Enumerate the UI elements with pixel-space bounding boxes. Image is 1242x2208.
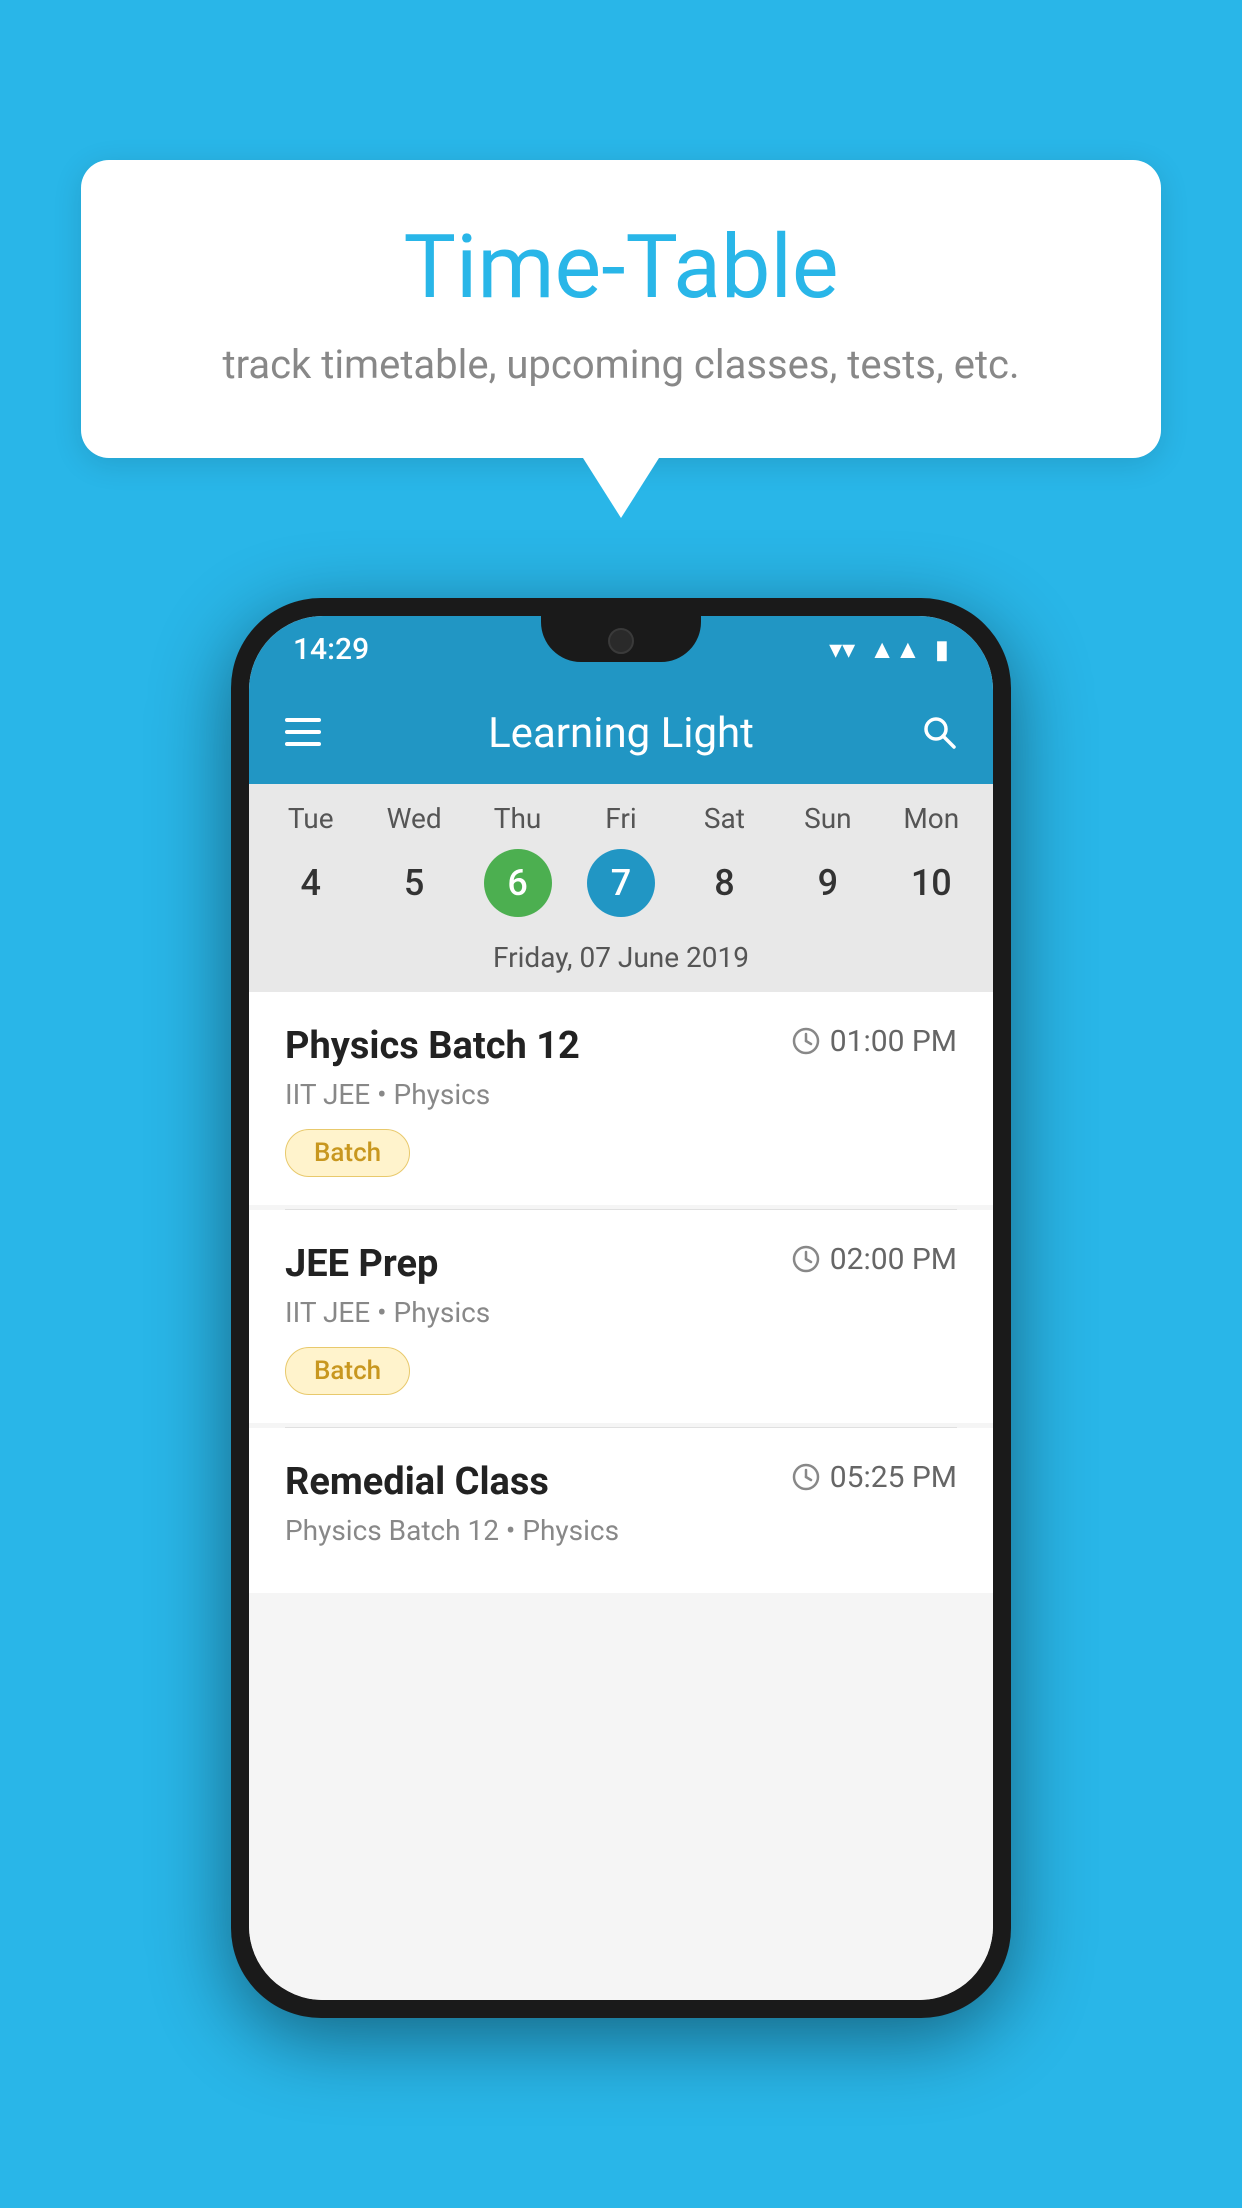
schedule-name-1: Physics Batch 12 (285, 1024, 580, 1068)
schedule-time-3: 05:25 PM (792, 1460, 957, 1495)
schedule-card-3[interactable]: Remedial Class 05:25 PM Physics Batch 12… (249, 1428, 993, 1593)
schedule-time-2: 02:00 PM (792, 1242, 957, 1277)
battery-icon: ▮ (935, 635, 949, 665)
day-num-10[interactable]: 10 (880, 847, 983, 919)
schedule-sub-1: IIT JEE • Physics (285, 1078, 957, 1111)
day-num-7-selected[interactable]: 7 (587, 849, 655, 917)
day-label-mon: Mon (880, 802, 983, 835)
schedule-card-2[interactable]: JEE Prep 02:00 PM IIT JEE • Physics Batc… (249, 1210, 993, 1423)
hamburger-icon[interactable] (285, 718, 321, 750)
status-time: 14:29 (293, 632, 369, 667)
schedule-sub-3: Physics Batch 12 • Physics (285, 1514, 957, 1547)
day-num-6-today[interactable]: 6 (484, 849, 552, 917)
day-label-sun: Sun (776, 802, 879, 835)
schedule-name-3: Remedial Class (285, 1460, 549, 1504)
bubble-card: Time-Table track timetable, upcoming cla… (81, 160, 1161, 458)
signal-icon: ▲▲ (869, 634, 920, 665)
schedule-time-1: 01:00 PM (792, 1024, 957, 1059)
schedule-sub-2: IIT JEE • Physics (285, 1296, 957, 1329)
bubble-title: Time-Table (161, 220, 1081, 317)
search-icon[interactable] (921, 714, 957, 754)
day-label-sat: Sat (673, 802, 776, 835)
day-numbers: 4 5 6 7 8 9 10 (249, 841, 993, 933)
day-num-8[interactable]: 8 (673, 847, 776, 919)
badge-2: Batch (285, 1347, 410, 1395)
day-label-thu: Thu (466, 802, 569, 835)
schedule-card-1[interactable]: Physics Batch 12 01:00 PM IIT JEE • Phys… (249, 992, 993, 1205)
day-label-fri: Fri (569, 802, 672, 835)
schedule-card-1-header: Physics Batch 12 01:00 PM (285, 1024, 957, 1068)
bubble-subtitle: track timetable, upcoming classes, tests… (161, 341, 1081, 388)
schedule-card-3-header: Remedial Class 05:25 PM (285, 1460, 957, 1504)
day-num-5[interactable]: 5 (362, 847, 465, 919)
wifi-icon: ▾▾ (829, 635, 855, 665)
app-bar-title: Learning Light (321, 709, 921, 758)
schedule-name-2: JEE Prep (285, 1242, 438, 1286)
schedule-list: Physics Batch 12 01:00 PM IIT JEE • Phys… (249, 992, 993, 2000)
day-labels: Tue Wed Thu Fri Sat Sun Mon (249, 784, 993, 841)
phone-mockup: 14:29 ▾▾ ▲▲ ▮ Learning Light (231, 598, 1011, 2018)
bubble-tail (583, 458, 659, 518)
day-num-4[interactable]: 4 (259, 847, 362, 919)
phone-wrap: 14:29 ▾▾ ▲▲ ▮ Learning Light (231, 598, 1011, 2018)
day-num-9[interactable]: 9 (776, 847, 879, 919)
calendar-strip: Tue Wed Thu Fri Sat Sun Mon 4 5 6 7 8 9 … (249, 784, 993, 992)
status-bar: 14:29 ▾▾ ▲▲ ▮ (249, 616, 993, 684)
phone-screen: 14:29 ▾▾ ▲▲ ▮ Learning Light (249, 616, 993, 2000)
day-label-wed: Wed (362, 802, 465, 835)
bubble-wrap: Time-Table track timetable, upcoming cla… (81, 160, 1161, 518)
selected-date-label: Friday, 07 June 2019 (249, 933, 993, 992)
app-bar: Learning Light (249, 684, 993, 784)
status-icons: ▾▾ ▲▲ ▮ (829, 634, 949, 665)
schedule-card-2-header: JEE Prep 02:00 PM (285, 1242, 957, 1286)
day-label-tue: Tue (259, 802, 362, 835)
badge-1: Batch (285, 1129, 410, 1177)
